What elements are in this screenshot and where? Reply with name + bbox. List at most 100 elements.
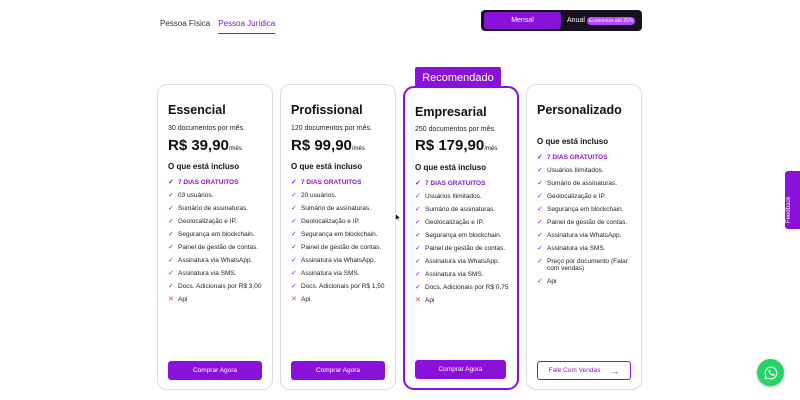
check-icon: ✓ (291, 231, 297, 238)
feature-item: ✓ Sumário de assinaturas. (415, 206, 515, 213)
feature-text: Sumário de assinaturas. (547, 180, 618, 187)
check-icon: ✓ (168, 231, 174, 238)
check-icon: ✓ (537, 245, 543, 252)
feature-text: Assinatura via SMS. (301, 270, 360, 277)
feature-list: ✓ 7 DIAS GRATUITOS ✓ Usuários Ilimitados. ✓ S… (537, 154, 637, 291)
feature-text: Assinatura via SMS. (547, 245, 606, 252)
buy-now-button[interactable]: Comprar Agora (291, 361, 385, 380)
plan-title: Essencial (168, 103, 226, 117)
check-icon: ✓ (291, 244, 297, 251)
feature-item: ✕ Api (168, 296, 268, 303)
talk-to-sales-button[interactable]: Fale Com Vendas → (537, 361, 631, 380)
feature-item: ✓ 7 DIAS GRATUITOS (168, 179, 268, 186)
feature-text: Docs. Adicionais por R$ 3,00 (178, 283, 262, 290)
feature-text: 7 DIAS GRATUITOS (547, 154, 608, 161)
feature-text: Api (547, 278, 557, 285)
feature-text: 20 usuários. (301, 192, 337, 199)
toggle-annual[interactable]: Anual Economize até 25% (567, 12, 636, 29)
feature-text: Assinatura via SMS. (425, 271, 484, 278)
feature-item: ✓ Api (537, 278, 637, 285)
check-icon: ✓ (291, 179, 297, 186)
feature-item: ✓ Assinatura via WhatsApp. (415, 258, 515, 265)
cross-icon: ✕ (415, 297, 421, 304)
check-icon: ✓ (291, 218, 297, 225)
feature-item: ✓ Sumário de assinaturas. (537, 180, 637, 187)
check-icon: ✓ (415, 271, 421, 278)
feature-item: ✓ Geolocalização e IP. (168, 218, 268, 225)
feature-item: ✓ Geolocalização e IP. (291, 218, 391, 225)
feature-item: ✓ Sumário de assinaturas. (291, 205, 391, 212)
buy-now-button[interactable]: Comprar Agora (168, 361, 262, 380)
feedback-tab[interactable]: Feedback (785, 171, 800, 229)
feature-item: ✓ Assinatura via WhatsApp. (168, 257, 268, 264)
check-icon: ✓ (291, 270, 297, 277)
check-icon: ✓ (168, 218, 174, 225)
buy-now-button[interactable]: Comprar Agora (415, 360, 506, 379)
plan-title: Personalizado (537, 103, 622, 117)
feature-text: 7 DIAS GRATUITOS (178, 179, 239, 186)
feature-text: Painel de gestão de contas. (425, 245, 506, 252)
plan-card-essencial: Essencial 30 documentos por mês. R$ 39,9… (157, 84, 273, 390)
toggle-monthly[interactable]: Mensal (484, 12, 561, 29)
feature-text: Sumário de assinaturas. (425, 206, 496, 213)
feature-text: Painel de gestão de contas. (301, 244, 382, 251)
check-icon: ✓ (168, 179, 174, 186)
feature-text: Sumário de assinaturas. (178, 205, 249, 212)
feature-item: ✓ Segurança em blockchain. (291, 231, 391, 238)
plan-title: Profissional (291, 103, 363, 117)
feature-item: ✓ 20 usuários. (291, 192, 391, 199)
tab-pessoa-fisica[interactable]: Pessoa Física (160, 18, 210, 34)
price-value: R$ 179,90 (415, 137, 485, 154)
feature-text: Api (301, 296, 311, 303)
feature-item: ✓ 7 DIAS GRATUITOS (291, 179, 391, 186)
check-icon: ✓ (537, 232, 543, 239)
feature-item: ✓ Assinatura via SMS. (415, 271, 515, 278)
feature-item: ✕ Api (415, 297, 515, 304)
feature-item: ✓ Docs. Adicionais por R$ 1,50 (291, 283, 391, 290)
plan-price: R$ 99,90/mês (291, 137, 365, 154)
cross-icon: ✕ (291, 296, 297, 303)
included-heading: O que está incluso (291, 162, 363, 171)
check-icon: ✓ (537, 219, 543, 226)
feature-text: Geolocalização e IP. (178, 218, 237, 225)
billing-toggle: Mensal Anual Economize até 25% (481, 10, 642, 31)
feature-text: Docs. Adicionais por R$ 0,75 (425, 284, 509, 291)
whatsapp-button[interactable] (757, 359, 784, 386)
feature-item: ✓ Assinatura via SMS. (537, 245, 637, 252)
price-value: R$ 99,90 (291, 137, 352, 154)
feature-text: Geolocalização e IP. (425, 219, 484, 226)
feature-item: ✓ Sumário de assinaturas. (168, 205, 268, 212)
plan-title: Empresarial (415, 105, 487, 119)
check-icon: ✓ (415, 258, 421, 265)
check-icon: ✓ (537, 167, 543, 174)
whatsapp-icon (763, 366, 777, 380)
check-icon: ✓ (291, 205, 297, 212)
arrow-right-icon: → (610, 365, 620, 376)
feature-item: ✓ Painel de gestão de contas. (537, 219, 637, 226)
talk-to-sales-label: Fale Com Vendas (548, 367, 601, 374)
discount-badge: Economize até 25% (586, 16, 636, 25)
check-icon: ✓ (415, 284, 421, 291)
feature-item: ✓ Docs. Adicionais por R$ 0,75 (415, 284, 515, 291)
feature-item: ✓ Painel de gestão de contas. (168, 244, 268, 251)
check-icon: ✓ (168, 257, 174, 264)
feature-text: 7 DIAS GRATUITOS (301, 179, 362, 186)
check-icon: ✓ (168, 283, 174, 290)
plan-card-empresarial: Empresarial 250 documentos por mês. R$ 1… (403, 86, 519, 390)
feature-text: Painel de gestão de contas. (178, 244, 259, 251)
check-icon: ✓ (537, 193, 543, 200)
check-icon: ✓ (537, 154, 543, 161)
included-heading: O que está incluso (537, 137, 609, 146)
feature-list: ✓ 7 DIAS GRATUITOS ✓ 20 usuários. ✓ Sumário d… (291, 179, 391, 309)
mouse-cursor-icon (395, 213, 401, 222)
plan-card-profissional: Profissional 120 documentos por mês. R$ … (280, 84, 396, 390)
feature-text: Painel de gestão de contas. (547, 219, 628, 226)
price-period: /mês (228, 146, 242, 152)
included-heading: O que está incluso (415, 163, 487, 172)
toggle-annual-label: Anual (567, 17, 585, 24)
feature-text: 03 usuários. (178, 192, 214, 199)
feature-text: Usuários Ilimitados. (425, 193, 482, 200)
tab-pessoa-juridica[interactable]: Pessoa Jurídica (218, 18, 276, 34)
feature-item: ✓ Segurança em blockchain. (168, 231, 268, 238)
check-icon: ✓ (537, 180, 543, 187)
